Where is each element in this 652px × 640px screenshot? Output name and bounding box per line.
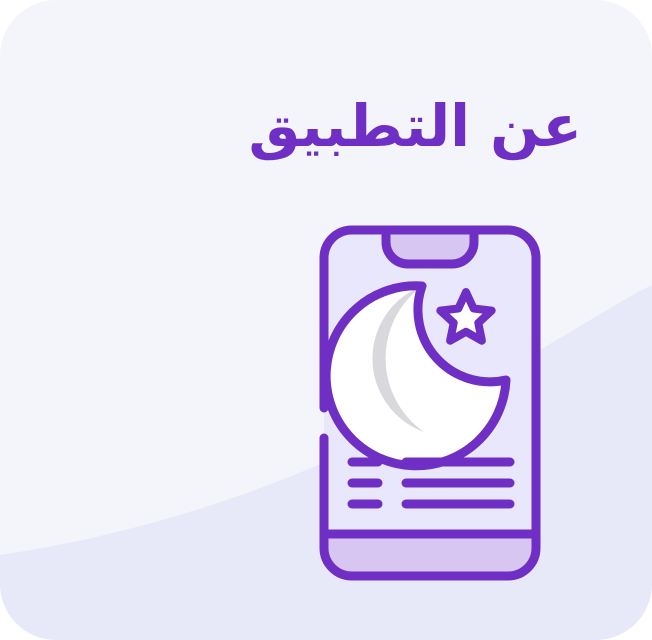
phone-crescent-star-icon: [319, 225, 541, 581]
card-title: عن التطبيق: [248, 92, 582, 160]
about-app-card[interactable]: عن التطبيق: [0, 0, 652, 640]
